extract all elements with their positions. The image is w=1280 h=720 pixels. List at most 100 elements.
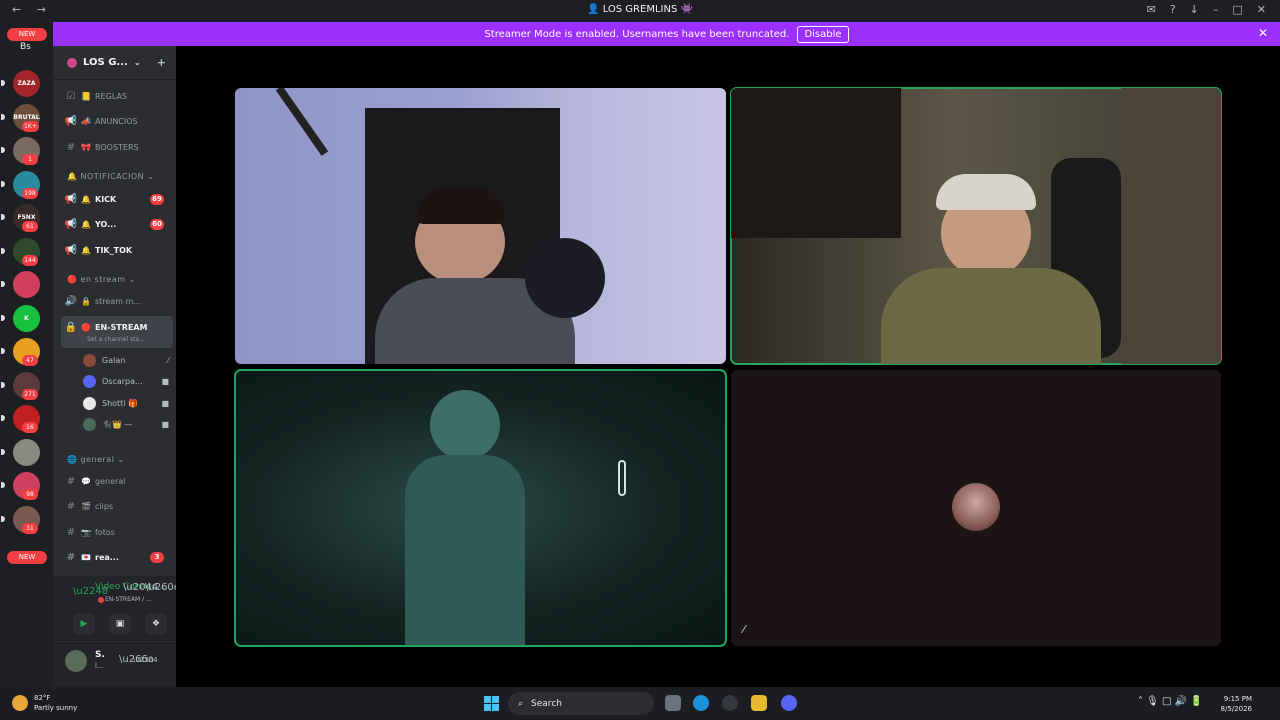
user-name[interactable]: S.	[95, 650, 105, 660]
server-header[interactable]: LOS G... ⌄ +	[53, 46, 176, 80]
channel-item[interactable]: # 🎀 BOOSTERS	[53, 137, 176, 157]
search-label: Search	[531, 698, 562, 709]
video-tile-3[interactable]	[234, 369, 727, 647]
channel-item[interactable]: 📢 🔔 TIK_TOK	[53, 240, 176, 260]
search-box[interactable]: ⌕ Search	[508, 692, 654, 715]
user-panel: S. l... \u266a \u2304 \u2229	[53, 642, 176, 687]
close-icon[interactable]: ✕	[1257, 3, 1266, 16]
channel-category[interactable]: 🌐 general ⌄	[67, 455, 125, 464]
voice-member[interactable]: Shotti 🎁 ■	[83, 394, 173, 412]
person-body	[881, 268, 1101, 364]
server-icon[interactable]	[13, 271, 40, 298]
help-icon[interactable]: ?	[1170, 3, 1176, 16]
server-name: LOS G...	[83, 57, 128, 68]
fan	[525, 238, 605, 318]
server-icon[interactable]: ZAZA	[13, 70, 40, 97]
channel-mention-badge: 3	[150, 552, 164, 563]
system-tray[interactable]: ˄ 🎙 □ 🔊 🔋	[1138, 696, 1203, 707]
channel-name: stream m...	[95, 296, 141, 306]
channel-type-icon: #	[66, 141, 76, 153]
disable-button[interactable]: Disable	[797, 25, 849, 43]
channel-sidebar: LOS G... ⌄ + ☑ 📒 REGLAS 📢 📣 ANUNCIOS # 🎀 BOOSTER…	[53, 46, 180, 687]
unread-indicator	[1, 381, 5, 388]
server-icon[interactable]: K	[13, 304, 40, 332]
channel-type-icon: #	[66, 526, 76, 538]
voice-member[interactable]: 🐈‍⬛👑 — ■	[83, 416, 173, 434]
channel-item[interactable]: # 💬 general	[53, 471, 176, 491]
member-name: Oscarpa...	[102, 377, 143, 386]
user-avatar[interactable]	[65, 650, 87, 672]
mention-badge: 47	[22, 355, 38, 366]
mention-badge: 1	[22, 154, 38, 165]
camera-icon: ■	[161, 398, 169, 408]
title-bar: ← → 👤 LOS GREMLINS 👾 ✉? ↓ – □ ✕	[0, 0, 1280, 22]
channel-category[interactable]: 🔴 en stream ⌄	[67, 275, 136, 284]
channel-item[interactable]: # 💌 rea... 3	[53, 548, 176, 568]
windows-taskbar: 82°F Partly sunny ⌕ Search ˄ 🎙 □ 🔊 🔋 9:1…	[0, 687, 1280, 720]
channel-item[interactable]: # 📷 fotos	[53, 522, 176, 542]
channel-name: EN-STREAM	[95, 322, 148, 332]
disconnect-icon[interactable]: \u260e	[145, 582, 180, 593]
channel-item[interactable]: # 🎬 clips	[53, 497, 176, 517]
weather-widget[interactable]: 82°F Partly sunny	[12, 693, 77, 713]
mention-badge: 16	[22, 422, 38, 433]
task-view-icon[interactable]	[665, 695, 681, 711]
server-icon[interactable]	[13, 438, 40, 466]
banner-text: Streamer Mode is enabled. Usernames have…	[484, 28, 790, 40]
member-name: Galan	[102, 355, 126, 365]
channel-item[interactable]: 📢 📣 ANUNCIOS	[53, 112, 176, 132]
title-bar-controls: ✉? ↓ – □ ✕	[1147, 3, 1266, 16]
channel-item[interactable]: 📢 🔔 KICK 69	[53, 189, 176, 209]
camera-icon: ■	[161, 420, 169, 429]
voice-connection-panel: \u2248 Video Connec... EN-STREAM / ... \…	[53, 576, 180, 641]
new-unreads-pill-bottom[interactable]: NEW	[7, 551, 47, 564]
unread-indicator	[1, 113, 5, 120]
voice-member[interactable]: Oscarpa... ■	[83, 373, 173, 391]
screen-share-button[interactable]: ▣	[109, 614, 131, 634]
channel-item[interactable]: 🔒 🔴 EN-STREAM	[53, 317, 176, 337]
channel-type-icon: 📢	[64, 244, 78, 256]
start-icon[interactable]	[484, 696, 499, 711]
edge-icon[interactable]	[693, 695, 709, 711]
new-unreads-pill[interactable]: NEW	[7, 28, 47, 41]
chevron-down-icon: ⌄	[133, 58, 141, 67]
video-tile-1[interactable]	[235, 88, 726, 364]
clock-date: 8/5/2026	[1220, 705, 1252, 713]
channel-item[interactable]: 🔊 🔒 stream m...	[53, 291, 176, 311]
invite-icon[interactable]: +	[157, 56, 166, 69]
channel-item[interactable]: 📢 🔔 YO... 60	[53, 215, 176, 235]
search-icon: ⌕	[518, 698, 524, 709]
person-head	[430, 390, 500, 460]
maximize-icon[interactable]: □	[1232, 3, 1242, 16]
clock[interactable]: 9:15 PM 8/5/2026	[1218, 694, 1252, 714]
channel-status-hint[interactable]: Set a channel sta...	[87, 336, 145, 343]
unread-indicator	[1, 281, 5, 287]
channel-item[interactable]: ☑ 📒 REGLAS	[53, 86, 176, 106]
mic-options-chevron-icon[interactable]: \u2304	[133, 656, 158, 664]
voice-channel-name[interactable]: EN-STREAM / ...	[105, 596, 152, 603]
download-icon[interactable]: ↓	[1190, 3, 1199, 16]
camera-icon: ⁄	[167, 355, 169, 365]
weather-temp: 82°F	[34, 694, 51, 702]
channel-name: REGLAS	[95, 91, 128, 101]
server-icon	[67, 57, 77, 68]
chrome-icon[interactable]	[722, 695, 738, 711]
voice-member[interactable]: Galan ⁄	[83, 351, 173, 369]
participant-avatar[interactable]	[952, 483, 1000, 531]
video-tile-2[interactable]	[730, 87, 1222, 365]
video-tile-4[interactable]: ⁄	[731, 370, 1221, 646]
mic-arm	[275, 88, 329, 156]
minimize-icon[interactable]: –	[1213, 3, 1219, 16]
file-explorer-icon[interactable]	[751, 695, 767, 711]
member-avatar	[83, 375, 96, 388]
mention-badge: 98	[22, 489, 38, 500]
channel-mention-badge: 69	[150, 193, 164, 205]
inbox-icon[interactable]: ✉	[1147, 3, 1156, 16]
channel-category[interactable]: 🔔 NOTIFICACION ⌄	[67, 172, 154, 181]
discord-icon[interactable]	[781, 695, 797, 711]
channel-emoji-icon: 📒	[81, 91, 91, 101]
activities-button[interactable]: ❖	[145, 614, 167, 634]
banner-close-icon[interactable]: ✕	[1258, 26, 1268, 40]
channel-type-icon: 📢	[64, 116, 78, 127]
